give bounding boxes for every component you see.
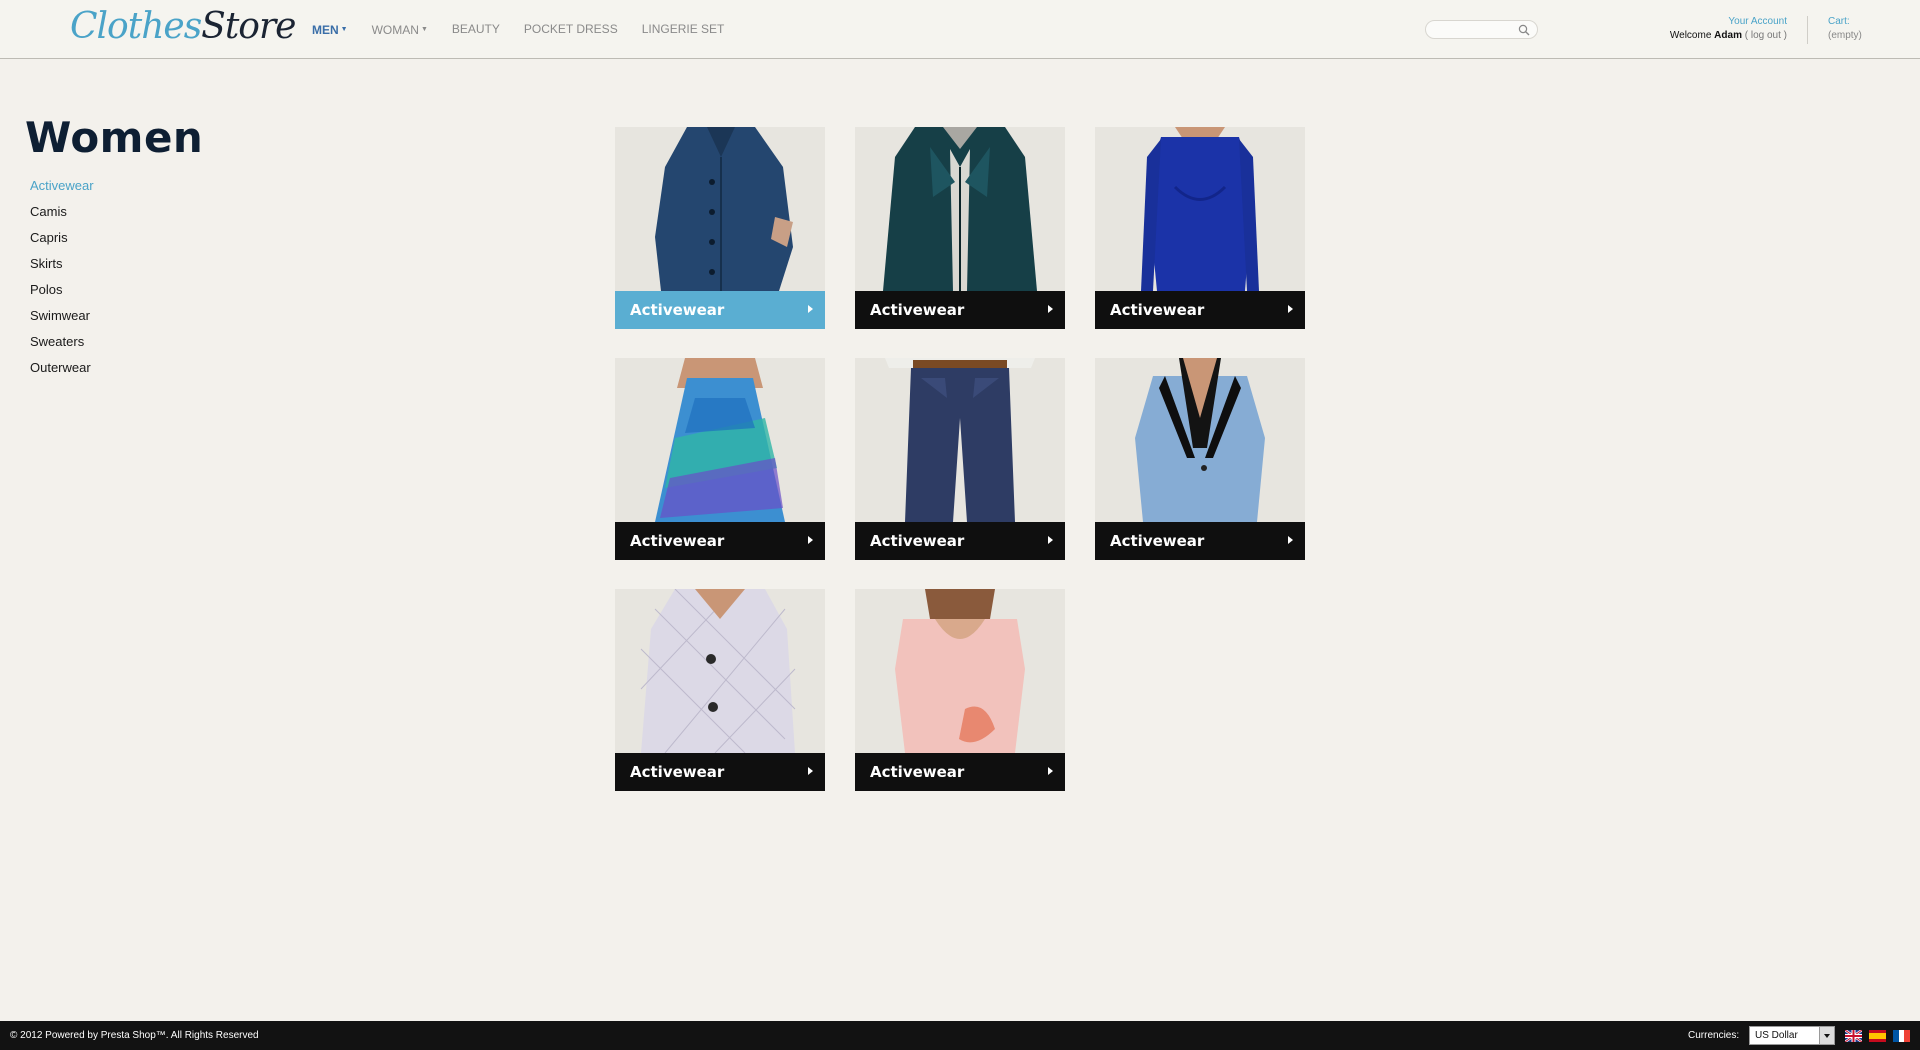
copyright-text: © 2012 Powered by Presta Shop™. All Righ… xyxy=(10,1030,259,1041)
pink-tee-image xyxy=(855,589,1065,753)
product-tile[interactable]: Activewear xyxy=(855,589,1065,791)
product-tile[interactable]: Activewear xyxy=(1095,127,1305,329)
product-label: Activewear xyxy=(630,301,725,319)
arrow-right-icon xyxy=(1288,536,1293,544)
store-logo[interactable]: ClothesStore xyxy=(70,4,297,50)
product-bar[interactable]: Activewear xyxy=(1095,291,1305,329)
product-bar[interactable]: Activewear xyxy=(855,291,1065,329)
printed-maxi-dress-image xyxy=(615,358,825,522)
spanish-flag-icon[interactable] xyxy=(1869,1030,1886,1042)
category-list: Activewear Camis Capris Skirts Polos Swi… xyxy=(30,177,94,385)
cart-label[interactable]: Cart: xyxy=(1828,15,1862,29)
product-label: Activewear xyxy=(630,532,725,550)
product-label: Activewear xyxy=(1110,301,1205,319)
product-tile[interactable]: Activewear xyxy=(615,358,825,560)
denim-jeans-image xyxy=(855,358,1065,522)
currency-label: Currencies: xyxy=(1688,1030,1740,1041)
product-bar[interactable]: Activewear xyxy=(1095,522,1305,560)
arrow-right-icon xyxy=(1048,305,1053,313)
category-item-swimwear[interactable]: Swimwear xyxy=(30,307,94,333)
header-divider xyxy=(1807,16,1808,44)
category-item-sweaters[interactable]: Sweaters xyxy=(30,333,94,359)
currency-select[interactable]: US Dollar xyxy=(1749,1026,1835,1045)
category-item-capris[interactable]: Capris xyxy=(30,229,94,255)
category-item-skirts[interactable]: Skirts xyxy=(30,255,94,281)
quilted-white-jacket-image xyxy=(615,589,825,753)
product-label: Activewear xyxy=(870,532,965,550)
account-block: Your Account Welcome Adam ( log out ) xyxy=(1670,15,1787,43)
english-flag-icon[interactable] xyxy=(1845,1030,1862,1042)
nav-label: WOMAN xyxy=(371,23,419,37)
product-label: Activewear xyxy=(630,763,725,781)
welcome-text: Welcome xyxy=(1669,30,1712,41)
category-item-polos[interactable]: Polos xyxy=(30,281,94,307)
currency-value: US Dollar xyxy=(1755,1030,1798,1041)
blue-dress-image xyxy=(1095,127,1305,291)
french-flag-icon[interactable] xyxy=(1893,1030,1910,1042)
arrow-right-icon xyxy=(1048,767,1053,775)
product-label: Activewear xyxy=(870,301,965,319)
arrow-right-icon xyxy=(808,767,813,775)
product-tile[interactable]: Activewear xyxy=(615,589,825,791)
your-account-link[interactable]: Your Account xyxy=(1670,15,1787,29)
nav-label: LINGERIE SET xyxy=(641,22,725,36)
logo-text-store: Store xyxy=(201,6,296,47)
teal-leather-jacket-image xyxy=(855,127,1065,291)
product-tile[interactable]: Activewear xyxy=(855,127,1065,329)
nav-label: MEN xyxy=(312,23,339,37)
light-blue-blazer-image xyxy=(1095,358,1305,522)
product-label: Activewear xyxy=(870,763,965,781)
cart-block[interactable]: Cart: (empty) xyxy=(1828,15,1862,43)
nav-item-woman[interactable]: WOMAN ▼ xyxy=(372,22,428,38)
cart-status: (empty) xyxy=(1828,30,1862,41)
arrow-right-icon xyxy=(808,305,813,313)
site-footer: © 2012 Powered by Presta Shop™. All Righ… xyxy=(0,1021,1920,1050)
nav-item-lingerie-set[interactable]: LINGERIE SET xyxy=(642,22,725,38)
search-input[interactable] xyxy=(1425,20,1538,39)
logout-link[interactable]: ( log out ) xyxy=(1745,30,1787,41)
main-nav: MEN ▼ WOMAN ▼ BEAUTY POCKET DRESS LINGERIE… xyxy=(312,22,748,38)
arrow-right-icon xyxy=(808,536,813,544)
product-tile[interactable]: Activewear xyxy=(615,127,825,329)
product-bar[interactable]: Activewear xyxy=(855,753,1065,791)
search-icon[interactable] xyxy=(1518,24,1530,36)
arrow-right-icon xyxy=(1048,536,1053,544)
nav-label: POCKET DRESS xyxy=(523,22,618,36)
chevron-down-icon[interactable] xyxy=(1819,1027,1834,1044)
product-tile[interactable]: Activewear xyxy=(855,358,1065,560)
nav-item-pocket-dress[interactable]: POCKET DRESS xyxy=(524,22,618,38)
chevron-down-icon: ▼ xyxy=(340,26,348,33)
nav-item-beauty[interactable]: BEAUTY xyxy=(452,22,500,38)
arrow-right-icon xyxy=(1288,305,1293,313)
category-item-activewear[interactable]: Activewear xyxy=(30,177,94,203)
product-bar[interactable]: Activewear xyxy=(615,753,825,791)
product-bar[interactable]: Activewear xyxy=(615,522,825,560)
product-bar[interactable]: Activewear xyxy=(615,291,825,329)
product-tile[interactable]: Activewear xyxy=(1095,358,1305,560)
nav-label: BEAUTY xyxy=(451,22,500,36)
product-label: Activewear xyxy=(1110,532,1205,550)
site-header: ClothesStore MEN ▼ WOMAN ▼ BEAUTY POCKET D… xyxy=(0,0,1920,59)
chevron-down-icon: ▼ xyxy=(420,26,428,33)
nav-item-men[interactable]: MEN ▼ xyxy=(312,22,348,38)
user-name: Adam xyxy=(1714,30,1742,41)
category-item-outerwear[interactable]: Outerwear xyxy=(30,359,94,385)
navy-coat-image xyxy=(615,127,825,291)
logo-text-clothes: Clothes xyxy=(70,6,202,47)
product-bar[interactable]: Activewear xyxy=(855,522,1065,560)
page-title: Women xyxy=(25,113,204,162)
category-item-camis[interactable]: Camis xyxy=(30,203,94,229)
